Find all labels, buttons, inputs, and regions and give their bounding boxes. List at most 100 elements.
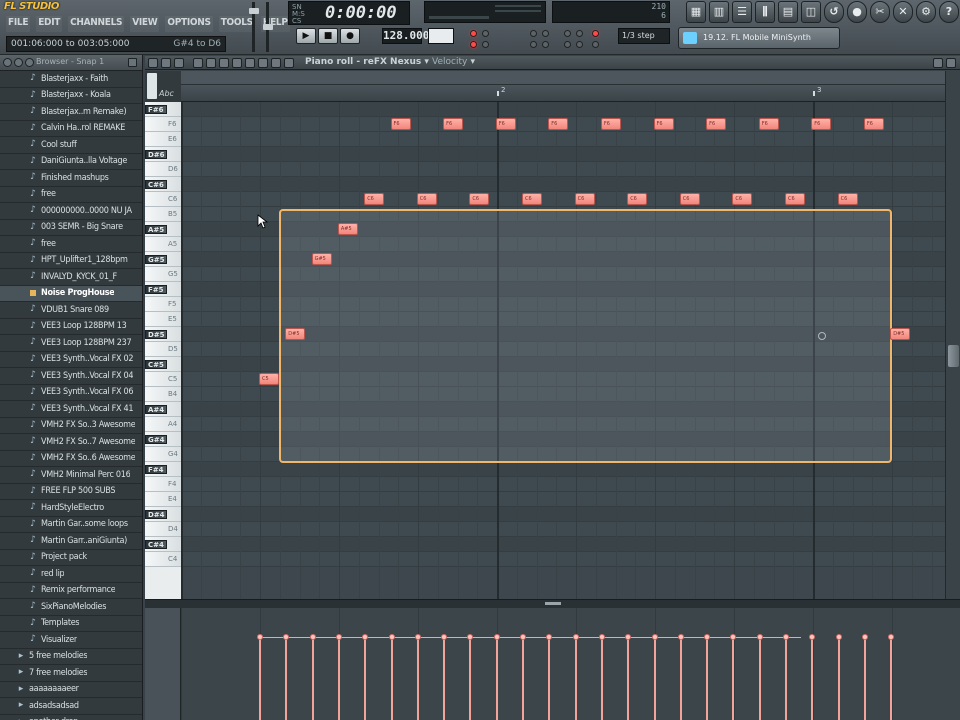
velocity-bar[interactable] <box>863 637 866 720</box>
note[interactable]: C6 <box>416 193 437 205</box>
velocity-bar[interactable] <box>653 637 656 720</box>
browser-item[interactable]: ♪ VMH2 Minimal Perc 016 <box>0 467 142 484</box>
velocity-bar[interactable] <box>600 637 603 720</box>
browser-item[interactable]: ♪ Blasterjaxx - Faith <box>0 71 142 88</box>
note[interactable]: C6 <box>574 193 595 205</box>
menu-file[interactable]: FILE <box>6 16 31 32</box>
draw-tool-icon[interactable] <box>193 58 203 68</box>
paint-tool-icon[interactable] <box>206 58 216 68</box>
velocity-handle[interactable] <box>520 634 526 640</box>
velocity-bar[interactable] <box>259 637 261 720</box>
velocity-handle[interactable] <box>309 634 316 640</box>
playback-icon[interactable] <box>174 58 184 68</box>
snap-step-selector[interactable]: 1/3 step <box>618 28 670 44</box>
option-led[interactable] <box>542 41 549 48</box>
tempo-display[interactable]: 128.000 <box>382 28 429 44</box>
velocity-bar[interactable] <box>443 637 446 720</box>
browser-item[interactable]: ♪ 003 SEMR - Big Snare <box>0 219 142 236</box>
velocity-handle[interactable] <box>861 634 868 640</box>
velocity-bar[interactable] <box>758 637 761 720</box>
velocity-handle[interactable] <box>677 634 684 640</box>
black-key[interactable]: A#5 <box>145 225 167 234</box>
white-key[interactable]: F6 <box>145 117 181 132</box>
velocity-handle[interactable] <box>809 634 816 640</box>
velocity-bar[interactable] <box>890 637 893 720</box>
browser-item[interactable]: ♪ Blasterjax..m Remake) <box>0 104 142 121</box>
note[interactable]: F6 <box>863 118 884 130</box>
playback-tool-icon[interactable] <box>284 58 294 68</box>
browser-item[interactable]: ♪ INVALYD_KYCK_01_F <box>0 269 142 286</box>
velocity-bar[interactable] <box>416 637 419 720</box>
velocity-handle[interactable] <box>546 634 553 640</box>
browser-item[interactable]: ♪ VEE3 Loop 128BPM 13 <box>0 318 142 335</box>
black-key[interactable]: A#4 <box>145 405 167 414</box>
mute-tool-icon[interactable] <box>232 58 242 68</box>
browser-item[interactable]: ♪ VEE3 Loop 128BPM 237 <box>0 335 142 352</box>
white-key[interactable]: C4 <box>145 552 181 567</box>
play-button[interactable]: ▶ <box>296 28 316 44</box>
white-key[interactable]: C5 <box>145 372 181 387</box>
white-key[interactable]: D4 <box>145 522 181 537</box>
plugin-picker[interactable]: 19.12. FL Mobile MiniSynth <box>678 27 840 49</box>
menu-edit[interactable]: EDIT <box>36 16 63 32</box>
velocity-handle[interactable] <box>467 634 474 640</box>
stop-button[interactable]: ■ <box>318 28 338 44</box>
slider-knob[interactable] <box>248 8 259 14</box>
white-key[interactable]: E5 <box>145 312 181 327</box>
detach-icon[interactable] <box>933 58 943 68</box>
vertical-scrollbar[interactable] <box>945 71 960 599</box>
note[interactable]: D#5 <box>285 328 306 340</box>
note[interactable]: A#5 <box>337 223 358 235</box>
scroll-thumb[interactable] <box>948 345 959 367</box>
option-led[interactable] <box>564 30 571 37</box>
velocity-handle[interactable] <box>756 634 763 640</box>
note[interactable]: D#5 <box>890 328 911 340</box>
velocity-bar[interactable] <box>364 637 367 720</box>
browser-collapse-icon[interactable] <box>14 58 23 67</box>
slice-tool-icon[interactable] <box>245 58 255 68</box>
velocity-handle[interactable] <box>730 634 737 640</box>
white-key[interactable]: G4 <box>145 447 181 462</box>
velocity-bar[interactable] <box>390 637 393 720</box>
velocity-bar[interactable] <box>311 637 314 720</box>
note[interactable]: C6 <box>627 193 648 205</box>
note-labels-toggle-icon[interactable]: Abc <box>159 89 174 98</box>
browser-item[interactable]: ♪ Martin Gar..some loops <box>0 516 142 533</box>
zoom-tool-icon[interactable] <box>271 58 281 68</box>
playlist-icon[interactable]: ☰ <box>732 1 752 23</box>
option-led[interactable] <box>564 41 571 48</box>
velocity-bar[interactable] <box>785 637 787 720</box>
browser-item[interactable]: ♪ Remix performance <box>0 582 142 599</box>
velocity-handle[interactable] <box>493 634 500 640</box>
velocity-bar[interactable] <box>837 637 840 720</box>
note[interactable]: F6 <box>548 118 569 130</box>
white-key[interactable]: A4 <box>145 417 181 432</box>
mixer-icon[interactable]: ⫼ <box>755 1 775 23</box>
note[interactable]: C6 <box>679 193 700 205</box>
velocity-bar[interactable] <box>495 637 498 720</box>
velocity-handle[interactable] <box>283 634 290 640</box>
tools-icon[interactable]: ✕ <box>893 1 913 23</box>
velocity-editor[interactable] <box>181 608 960 720</box>
browser-item[interactable]: ♪ HPT_Uplifter1_128bpm <box>0 252 142 269</box>
browser-item[interactable]: Noise ProgHouse <box>0 285 142 302</box>
note[interactable]: C6 <box>469 193 490 205</box>
velocity-bar[interactable] <box>285 637 288 720</box>
white-key[interactable]: A5 <box>145 237 181 252</box>
velocity-bar[interactable] <box>811 637 814 720</box>
blend-notes-led[interactable] <box>592 30 599 37</box>
velocity-handle[interactable] <box>835 634 842 640</box>
option-led[interactable] <box>576 41 583 48</box>
note[interactable]: C6 <box>837 193 858 205</box>
slider-knob[interactable] <box>262 24 273 30</box>
browser-icon[interactable]: ▤ <box>778 1 798 23</box>
option-led[interactable] <box>576 30 583 37</box>
browser-item[interactable]: ♪ VEE3 Synth..Vocal FX 06 <box>0 384 142 401</box>
pattern-selector[interactable] <box>428 28 454 44</box>
browser-item[interactable]: ♪ 000000000..0000 NU JA <box>0 203 142 220</box>
note[interactable]: F6 <box>758 118 779 130</box>
browser-expand-icon[interactable] <box>25 58 34 67</box>
cut-icon[interactable]: ✂ <box>870 1 890 23</box>
velocity-handle[interactable] <box>598 634 605 640</box>
menu-arrow-icon[interactable] <box>148 58 158 68</box>
